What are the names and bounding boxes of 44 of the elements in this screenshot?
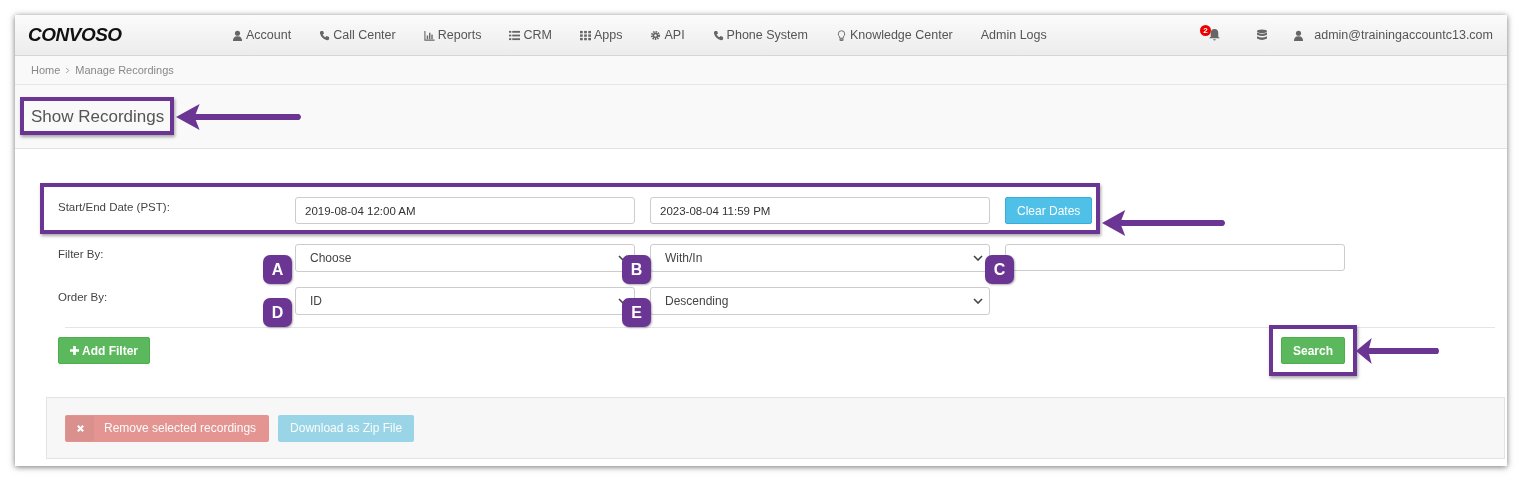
nav-link[interactable]: Call Center	[319, 28, 396, 42]
database-icon[interactable]	[1256, 29, 1269, 41]
user-icon	[1293, 29, 1305, 41]
nav-link[interactable]: Apps	[579, 28, 623, 42]
gear-icon	[650, 29, 662, 41]
plus-icon	[70, 346, 79, 355]
letter-badge: D	[263, 298, 292, 327]
dropdown[interactable]: With/In	[650, 244, 990, 272]
letter-badge: B	[622, 255, 651, 284]
nav-link[interactable]: Admin Logs	[980, 28, 1047, 42]
logo[interactable]: CONVOSO	[15, 24, 232, 46]
letter-badge: C	[985, 255, 1014, 284]
nav-link[interactable]: CRM	[509, 28, 552, 42]
nav-link[interactable]: Knowledge Center	[835, 28, 953, 42]
phone-icon	[712, 29, 724, 41]
letter-badge: E	[622, 298, 651, 327]
nav-link[interactable]: Reports	[423, 28, 482, 42]
lightbulb-icon	[835, 29, 847, 41]
bell-icon[interactable]	[1208, 28, 1222, 41]
dropdown[interactable]: Descending	[650, 287, 990, 315]
field-label: Start/End Date (PST):	[58, 200, 171, 213]
end-date-field[interactable]: 2023-08-04 11:59 PM	[650, 197, 990, 224]
user-icon	[232, 29, 243, 41]
field-label: Filter By:	[58, 247, 105, 260]
notification-badge: 2	[1200, 25, 1211, 36]
user-menu[interactable]: admin@trainingaccountc13.com	[1314, 28, 1493, 42]
chevron-icon	[973, 298, 983, 304]
filter-value-field[interactable]	[1005, 244, 1345, 271]
breadcrumb-current: Manage Recordings	[75, 64, 174, 76]
nav-link[interactable]: Account	[232, 28, 292, 42]
nav-link[interactable]: API	[650, 28, 685, 42]
chevron-icon	[65, 66, 71, 74]
close-icon	[75, 423, 85, 433]
chevron-icon	[973, 255, 983, 261]
bar-chart-icon	[423, 29, 435, 41]
field-label: Order By:	[58, 290, 109, 303]
page-title: Show Recordings	[31, 106, 165, 127]
phone-icon	[319, 29, 331, 41]
start-date-field[interactable]: 2019-08-04 12:00 AM	[295, 197, 635, 224]
grid-icon	[579, 29, 591, 41]
list-icon	[509, 29, 521, 41]
breadcrumb-link[interactable]: Home	[31, 64, 61, 76]
nav-link[interactable]: Phone System	[712, 28, 808, 42]
letter-badge: A	[263, 255, 292, 284]
